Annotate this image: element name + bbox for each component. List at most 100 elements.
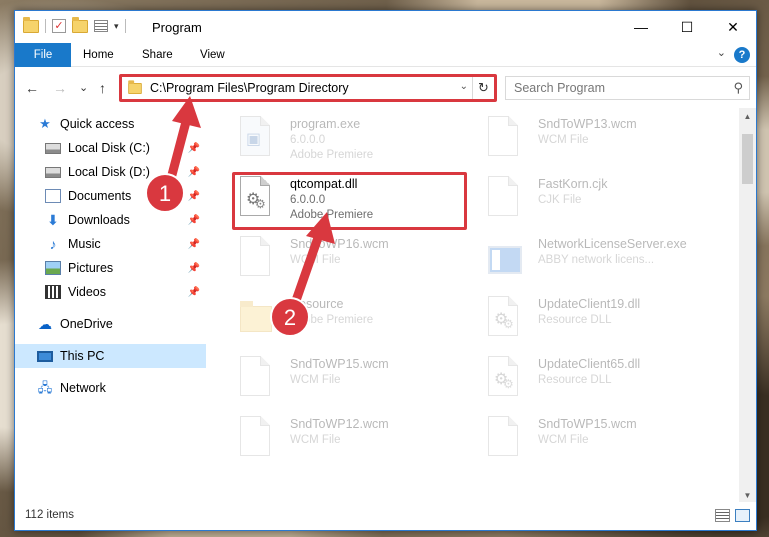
back-button[interactable]: ← — [25, 80, 39, 96]
folder-icon — [240, 296, 276, 340]
sidebar-item-onedrive[interactable]: ☁ OneDrive — [15, 312, 206, 336]
list-item[interactable]: SndToWP12.wcm WCM File — [220, 410, 465, 466]
minimize-button[interactable]: — — [618, 11, 664, 43]
sidebar-item-label: Network — [60, 381, 106, 395]
file-detail: WCM File — [290, 254, 341, 266]
sidebar-item-network[interactable]: 🖧 Network — [15, 376, 206, 400]
sidebar-item-quick-access[interactable]: ★ Quick access — [15, 112, 206, 136]
list-item[interactable]: SndToWP15.wcm WCM File — [220, 350, 465, 406]
tab-view[interactable]: View — [200, 43, 225, 67]
sidebar-item-label: Local Disk (C:) — [68, 141, 150, 155]
sidebar-item-local-disk-c[interactable]: Local Disk (C:) 📌 — [15, 136, 206, 160]
file-detail: Adobe Premiere — [290, 149, 374, 161]
list-item[interactable]: FastKorn.cjk CJK File — [468, 170, 713, 226]
star-icon: ★ — [39, 116, 51, 131]
sidebar-item-videos[interactable]: Videos 📌 — [15, 280, 206, 304]
list-item[interactable]: SndToWP15.wcm WCM File — [468, 410, 713, 466]
customize-toolbar-dropdown-icon[interactable]: ▾ — [114, 21, 119, 32]
file-name: SndToWP13.wcm — [538, 117, 637, 131]
new-folder-icon[interactable] — [72, 16, 88, 33]
address-dropdown-icon[interactable]: ⌄ — [460, 81, 468, 92]
tab-share[interactable]: Share — [142, 43, 173, 67]
network-icon: 🖧 — [37, 380, 53, 395]
search-box[interactable]: Search Program ⚲ — [505, 76, 750, 100]
sidebar-item-label: OneDrive — [60, 317, 113, 331]
file-name: UpdateClient19.dll — [538, 297, 641, 311]
forward-button[interactable]: → — [53, 80, 67, 96]
toolbar-divider — [124, 19, 126, 33]
pc-icon — [37, 350, 53, 362]
sidebar-item-label: This PC — [60, 349, 105, 363]
list-item[interactable]: ▣ program.exe 6.0.0.0 Adobe Premiere — [220, 110, 465, 166]
properties-check-icon[interactable]: ✓ — [52, 19, 66, 33]
sidebar-item-music[interactable]: ♪ Music 📌 — [15, 232, 206, 256]
search-icon[interactable]: ⚲ — [733, 80, 743, 96]
properties-icon[interactable] — [94, 20, 108, 32]
file-icon — [240, 356, 276, 400]
list-item[interactable]: ⚙ ⚙ UpdateClient65.dll Resource DLL — [468, 350, 713, 406]
disk-icon — [45, 166, 61, 178]
file-name: Resource — [290, 297, 344, 311]
scroll-thumb[interactable] — [742, 134, 753, 184]
address-path[interactable]: C:\Program Files\Program Directory — [150, 81, 349, 95]
list-item[interactable]: SndToWP16.wcm WCM File — [220, 230, 465, 286]
file-name: UpdateClient65.dll — [538, 357, 641, 371]
pin-icon[interactable]: 📌 — [188, 143, 200, 154]
pin-icon[interactable]: 📌 — [188, 167, 200, 178]
file-name: SndToWP12.wcm — [290, 417, 389, 431]
videos-icon — [45, 285, 61, 299]
help-button[interactable]: ? — [734, 47, 750, 63]
refresh-button[interactable]: ↻ — [472, 77, 494, 99]
vertical-scrollbar[interactable]: ▲ ▼ — [739, 108, 756, 504]
scroll-up-icon[interactable]: ▲ — [739, 108, 756, 125]
navigation-pane: ★ Quick access Local Disk (C:) 📌 Local D… — [15, 108, 206, 504]
list-item[interactable]: Resource Adobe Premiere — [220, 290, 465, 346]
list-item[interactable]: SndToWP13.wcm WCM File — [468, 110, 713, 166]
ribbon-tabs: File Home Share View ⌄ ? — [15, 43, 756, 67]
up-button[interactable]: ↑ — [99, 80, 106, 96]
tab-file[interactable]: File — [15, 43, 71, 67]
tab-home[interactable]: Home — [83, 43, 114, 67]
close-button[interactable]: ✕ — [710, 11, 756, 43]
file-detail: Adobe Premiere — [290, 209, 374, 221]
sidebar-item-downloads[interactable]: ⬇ Downloads 📌 — [15, 208, 206, 232]
pin-icon[interactable]: 📌 — [188, 215, 200, 226]
list-item[interactable]: ⚙ ⚙ UpdateClient19.dll Resource DLL — [468, 290, 713, 346]
pin-icon[interactable]: 📌 — [188, 263, 200, 274]
sidebar-item-label: Music — [68, 237, 101, 251]
dll-icon: ⚙ ⚙ — [488, 356, 524, 400]
explorer-window: ✓ ▾ Program — ☐ ✕ File Home Share View ⌄… — [14, 10, 757, 531]
file-icon — [488, 116, 524, 160]
file-name: SndToWP16.wcm — [290, 237, 389, 251]
expand-ribbon-icon[interactable]: ⌄ — [717, 46, 726, 59]
music-icon: ♪ — [49, 236, 57, 252]
list-item[interactable]: NetworkLicenseServer.exe ABBY network li… — [468, 230, 713, 286]
cloud-icon: ☁ — [38, 316, 52, 332]
maximize-button[interactable]: ☐ — [664, 11, 710, 43]
list-item-selected[interactable]: ⚙ ⚙ qtcompat.dll 6.0.0.0 Adobe Premiere — [220, 170, 465, 226]
sidebar-item-local-disk-d[interactable]: Local Disk (D:) 📌 — [15, 160, 206, 184]
file-detail: ABBY network licens... — [538, 254, 655, 266]
pin-icon[interactable]: 📌 — [188, 191, 200, 202]
details-view-icon[interactable] — [715, 509, 730, 522]
status-bar: 112 items — [15, 502, 756, 530]
file-name: SndToWP15.wcm — [290, 357, 389, 371]
pin-icon[interactable]: 📌 — [188, 287, 200, 298]
file-detail: Resource DLL — [538, 314, 612, 326]
large-icons-view-icon[interactable] — [735, 509, 750, 522]
pin-icon[interactable]: 📌 — [188, 239, 200, 250]
sidebar-item-documents[interactable]: Documents 📌 — [15, 184, 206, 208]
file-name: FastKorn.cjk — [538, 177, 608, 191]
address-bar[interactable]: C:\Program Files\Program Directory ⌄ ↻ — [121, 76, 495, 100]
gear-icon: ⚙ — [255, 197, 266, 211]
search-input[interactable]: Search Program — [514, 81, 605, 95]
file-icon — [488, 416, 524, 460]
sidebar-item-this-pc[interactable]: This PC — [15, 344, 206, 368]
window-title: Program — [152, 20, 202, 35]
file-detail: Resource DLL — [538, 374, 612, 386]
disk-icon — [45, 142, 61, 154]
pictures-icon — [45, 261, 61, 275]
recent-locations-button[interactable]: ⌄ — [79, 81, 88, 94]
exe-icon: ▣ — [240, 116, 276, 160]
sidebar-item-pictures[interactable]: Pictures 📌 — [15, 256, 206, 280]
